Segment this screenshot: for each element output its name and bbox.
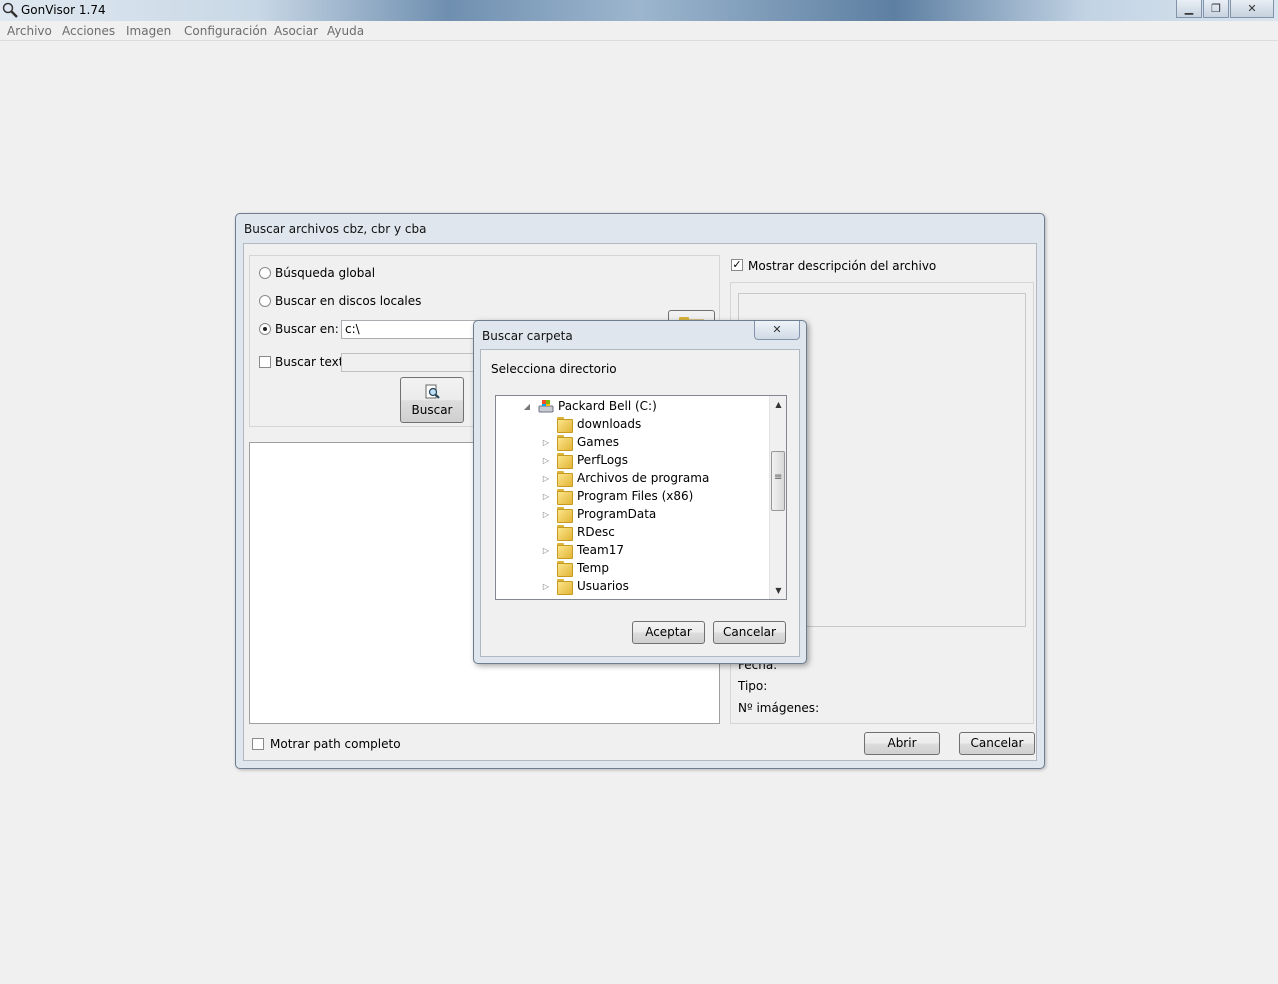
folder-icon	[557, 471, 573, 487]
scrollbar-thumb[interactable]	[771, 451, 785, 511]
expand-arrow-icon[interactable]: ▷	[541, 510, 551, 519]
collapse-arrow-icon[interactable]: ◢	[522, 402, 532, 411]
drive-icon	[538, 400, 554, 413]
accept-button[interactable]: Aceptar	[632, 621, 705, 644]
menu-acciones[interactable]: Acciones	[62, 24, 115, 38]
main-title-bar: GonVisor 1.74 ▁ ❐ ✕	[0, 0, 1278, 21]
info-tipo-label: Tipo:	[738, 679, 768, 693]
folder-dialog-client: Selecciona directorio ◢ Packard Bell (C:…	[480, 349, 800, 657]
scroll-up-arrow-icon[interactable]: ▲	[770, 396, 786, 413]
tree-item-folder[interactable]: ▷ Games	[541, 433, 619, 451]
folder-label: Archivos de programa	[577, 471, 710, 485]
expand-arrow-icon[interactable]: ▷	[541, 456, 551, 465]
window-title: GonVisor 1.74	[21, 3, 106, 17]
radio-local-disks[interactable]	[259, 295, 271, 307]
full-path-checkbox[interactable]	[252, 738, 264, 750]
folder-icon	[557, 561, 573, 577]
folder-icon	[557, 417, 573, 433]
folder-label: Games	[577, 435, 619, 449]
full-path-label: Motrar path completo	[270, 737, 401, 751]
radio-global-search[interactable]	[259, 267, 271, 279]
tree-item-folder[interactable]: ▷ Program Files (x86)	[541, 487, 693, 505]
folder-label: ProgramData	[577, 507, 657, 521]
close-icon: ✕	[1247, 2, 1257, 15]
tree-item-folder[interactable]: RDesc	[541, 523, 615, 541]
folder-browser-dialog: Buscar carpeta ✕ Selecciona directorio ◢…	[473, 320, 807, 664]
menu-ayuda[interactable]: Ayuda	[327, 24, 364, 38]
search-icon	[425, 384, 440, 399]
search-text-checkbox[interactable]	[259, 356, 271, 368]
search-path-input[interactable]: c:\	[341, 320, 481, 339]
radio-local-label: Buscar en discos locales	[275, 294, 422, 308]
expand-arrow-icon[interactable]: ▷	[541, 546, 551, 555]
tree-item-folder[interactable]: ▷ ProgramData	[541, 505, 656, 523]
menu-bar: Archivo Acciones Imagen Configuración As…	[0, 21, 1278, 41]
menu-asociar[interactable]: Asociar	[274, 24, 318, 38]
expand-arrow-icon[interactable]: ▷	[541, 474, 551, 483]
cancel-button[interactable]: Cancelar	[959, 732, 1035, 755]
folder-label: Usuarios	[577, 579, 629, 593]
tree-item-folder[interactable]: ▷ PerfLogs	[541, 451, 628, 469]
info-images-label: Nº imágenes:	[738, 701, 820, 715]
folder-icon	[557, 579, 573, 595]
folder-icon	[557, 507, 573, 523]
close-icon: ✕	[772, 323, 782, 336]
tree-item-folder[interactable]: Temp	[541, 559, 609, 577]
search-button-label: Buscar	[411, 403, 453, 417]
folder-label: Team17	[577, 543, 624, 557]
restore-icon: ❐	[1211, 2, 1221, 15]
show-description-checkbox[interactable]: ✓	[731, 259, 743, 271]
expand-arrow-icon[interactable]: ▷	[541, 492, 551, 501]
tree-item-folder[interactable]: downloads	[541, 415, 641, 433]
search-button[interactable]: Buscar	[400, 377, 464, 423]
magnifier-app-icon	[2, 2, 18, 18]
folder-label: PerfLogs	[577, 453, 629, 467]
expand-arrow-icon[interactable]: ▷	[541, 438, 551, 447]
folder-icon	[557, 543, 573, 559]
radio-search-in[interactable]	[259, 323, 271, 335]
folder-tree[interactable]: ◢ Packard Bell (C:) downloads ▷ Games ▷ …	[495, 395, 787, 600]
folder-icon	[557, 489, 573, 505]
folder-dialog-prompt: Selecciona directorio	[491, 362, 617, 376]
minimize-icon: ▁	[1184, 2, 1194, 15]
menu-archivo[interactable]: Archivo	[7, 24, 52, 38]
tree-item-folder[interactable]: ▷ Archivos de programa	[541, 469, 709, 487]
folder-label: Program Files (x86)	[577, 489, 694, 503]
tree-item-folder[interactable]: ▷ Team17	[541, 541, 624, 559]
radio-search-in-label: Buscar en:	[275, 322, 339, 336]
tree-item-folder[interactable]: ▷ Usuarios	[541, 577, 629, 595]
search-text-input[interactable]	[341, 353, 481, 372]
folder-label: downloads	[577, 417, 642, 431]
menu-configuracion[interactable]: Configuración	[184, 24, 267, 38]
close-button[interactable]: ✕	[1230, 0, 1274, 18]
folder-icon	[557, 525, 573, 541]
tree-scrollbar[interactable]: ▲ ▼	[769, 396, 786, 599]
menu-imagen[interactable]: Imagen	[126, 24, 171, 38]
folder-cancel-button[interactable]: Cancelar	[713, 621, 786, 644]
folder-icon	[557, 453, 573, 469]
tree-root-label: Packard Bell (C:)	[558, 399, 657, 413]
radio-global-label: Búsqueda global	[275, 266, 376, 280]
folder-label: RDesc	[577, 525, 615, 539]
show-description-label: Mostrar descripción del archivo	[748, 259, 937, 273]
folder-dialog-close-button[interactable]: ✕	[754, 321, 800, 340]
scroll-down-arrow-icon[interactable]: ▼	[770, 582, 786, 599]
folder-icon	[557, 435, 573, 451]
folder-label: Temp	[577, 561, 609, 575]
folder-dialog-title: Buscar carpeta	[482, 329, 573, 343]
open-button[interactable]: Abrir	[864, 732, 940, 755]
tree-item-root[interactable]: ◢ Packard Bell (C:)	[522, 397, 657, 415]
expand-arrow-icon[interactable]: ▷	[541, 582, 551, 591]
search-dialog-title: Buscar archivos cbz, cbr y cba	[244, 222, 427, 236]
restore-button[interactable]: ❐	[1203, 0, 1229, 18]
minimize-button[interactable]: ▁	[1176, 0, 1202, 18]
